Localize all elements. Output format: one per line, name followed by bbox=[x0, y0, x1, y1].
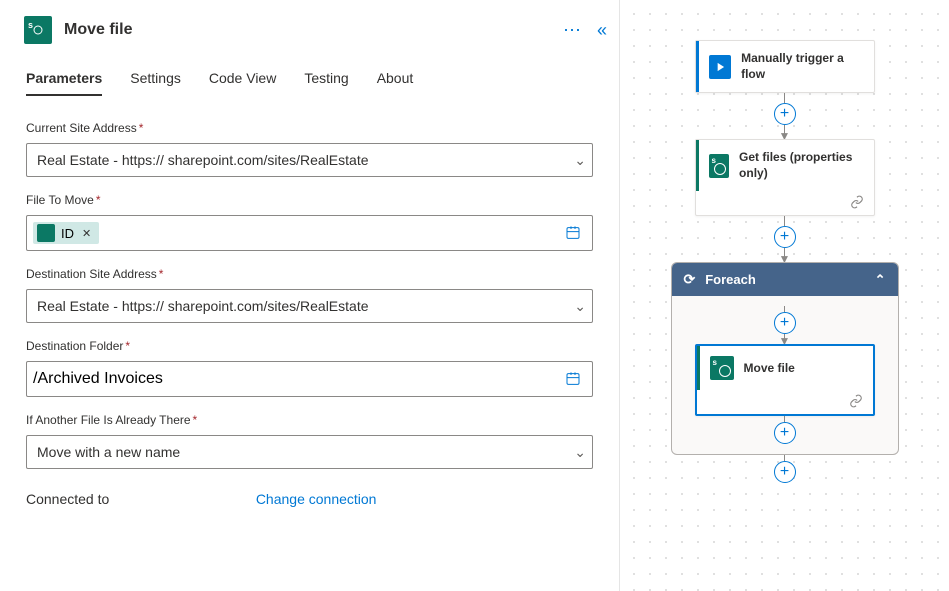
chevron-down-icon: ⌄ bbox=[574, 152, 586, 169]
change-connection-link[interactable]: Change connection bbox=[256, 491, 377, 507]
overwrite-label: If Another File Is Already There* bbox=[26, 413, 593, 427]
tab-bar: Parameters Settings Code View Testing Ab… bbox=[0, 50, 619, 97]
collapse-icon[interactable]: « bbox=[597, 20, 601, 41]
dest-site-label: Destination Site Address* bbox=[26, 267, 593, 281]
overwrite-dropdown[interactable]: Move with a new name ⌄ bbox=[26, 435, 593, 469]
add-action-button[interactable]: + bbox=[774, 312, 796, 334]
header-actions: ⋯ « bbox=[563, 20, 601, 41]
more-icon[interactable]: ⋯ bbox=[563, 20, 581, 41]
dynamic-token-id[interactable]: ID ✕ bbox=[33, 222, 99, 244]
site-address-dropdown[interactable]: Real Estate - https:// sharepoint.com/si… bbox=[26, 143, 593, 177]
tab-settings[interactable]: Settings bbox=[130, 70, 181, 96]
add-action-button[interactable]: + bbox=[774, 422, 796, 444]
foreach-node[interactable]: ⟳ Foreach ⌃ + ▼ Move file bbox=[671, 262, 899, 455]
panel-title: Move file bbox=[64, 21, 551, 39]
link-icon bbox=[849, 394, 863, 408]
tab-testing[interactable]: Testing bbox=[304, 70, 348, 96]
move-file-node[interactable]: Move file bbox=[695, 344, 875, 416]
connection-row: Connected to Change connection bbox=[26, 477, 593, 507]
connector: + ▼ bbox=[774, 93, 796, 139]
site-address-label: Current Site Address* bbox=[26, 121, 593, 135]
manual-trigger-icon bbox=[709, 55, 732, 79]
loop-icon: ⟳ bbox=[684, 271, 696, 288]
trigger-title: Manually trigger a flow bbox=[741, 51, 863, 82]
file-to-move-input[interactable]: ID ✕ bbox=[26, 215, 593, 251]
trigger-node[interactable]: Manually trigger a flow bbox=[695, 40, 875, 93]
sharepoint-icon bbox=[710, 356, 734, 380]
add-action-button[interactable]: + bbox=[774, 461, 796, 483]
move-file-title: Move file bbox=[744, 361, 795, 377]
sharepoint-token-icon bbox=[37, 224, 55, 242]
foreach-body: + ▼ Move file + bbox=[672, 296, 898, 444]
tab-codeview[interactable]: Code View bbox=[209, 70, 276, 96]
dynamic-content-icon[interactable] bbox=[560, 366, 586, 392]
dest-site-dropdown[interactable]: Real Estate - https:// sharepoint.com/si… bbox=[26, 289, 593, 323]
action-config-panel: Move file ⋯ « Parameters Settings Code V… bbox=[0, 0, 620, 591]
tab-about[interactable]: About bbox=[377, 70, 414, 96]
dest-folder-input[interactable]: /Archived Invoices bbox=[26, 361, 593, 397]
panel-header: Move file ⋯ « bbox=[0, 10, 619, 50]
chevron-down-icon: ⌄ bbox=[574, 298, 586, 315]
tab-parameters[interactable]: Parameters bbox=[26, 70, 102, 96]
sharepoint-icon bbox=[24, 16, 52, 44]
foreach-title: Foreach bbox=[705, 272, 756, 287]
connected-to-label: Connected to bbox=[26, 491, 109, 507]
chevron-down-icon: ⌄ bbox=[574, 444, 586, 461]
dynamic-content-icon[interactable] bbox=[560, 220, 586, 246]
connector: + bbox=[774, 416, 796, 444]
link-icon bbox=[850, 195, 864, 209]
file-to-move-label: File To Move* bbox=[26, 193, 593, 207]
dest-folder-label: Destination Folder* bbox=[26, 339, 593, 353]
chevron-up-icon[interactable]: ⌃ bbox=[875, 272, 886, 288]
sharepoint-icon bbox=[709, 154, 730, 178]
connector: + ▼ bbox=[774, 306, 796, 344]
add-action-button[interactable]: + bbox=[774, 103, 796, 125]
dest-folder-value: /Archived Invoices bbox=[33, 370, 163, 388]
overwrite-value: Move with a new name bbox=[37, 444, 574, 460]
add-action-button[interactable]: + bbox=[774, 226, 796, 248]
site-address-value: Real Estate - https:// sharepoint.com/si… bbox=[37, 152, 574, 168]
flow-canvas[interactable]: Manually trigger a flow + ▼ Get files (p… bbox=[620, 0, 949, 591]
get-files-node[interactable]: Get files (properties only) bbox=[695, 139, 875, 216]
dest-site-value: Real Estate - https:// sharepoint.com/si… bbox=[37, 298, 574, 314]
token-label: ID bbox=[61, 226, 74, 241]
get-files-title: Get files (properties only) bbox=[739, 150, 863, 181]
form-body: Current Site Address* Real Estate - http… bbox=[0, 97, 619, 523]
connector: + bbox=[774, 455, 796, 483]
connector: + ▼ bbox=[774, 216, 796, 262]
remove-token-icon[interactable]: ✕ bbox=[82, 227, 91, 240]
foreach-header[interactable]: ⟳ Foreach ⌃ bbox=[672, 263, 898, 296]
